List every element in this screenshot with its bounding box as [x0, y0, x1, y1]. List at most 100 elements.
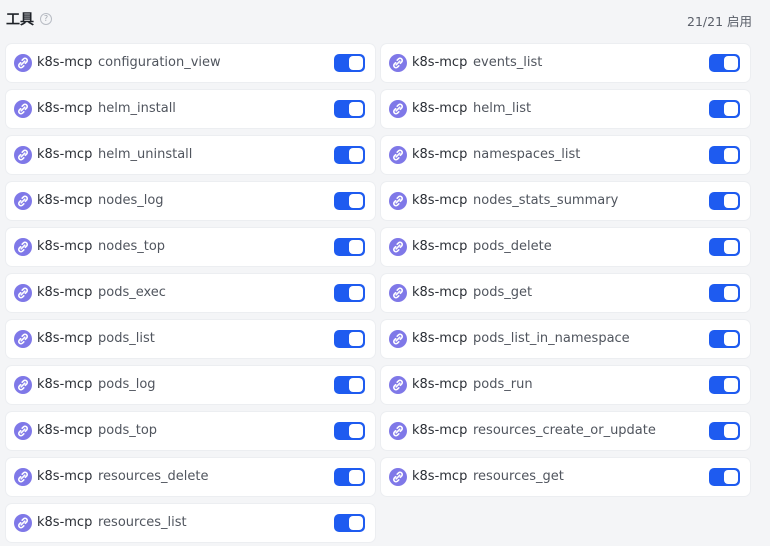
tool-enable-toggle[interactable] [709, 192, 740, 210]
tool-server-name: k8s-mcp [412, 101, 468, 116]
tool-card: k8s-mcp nodes_log [6, 182, 375, 220]
toggle-knob [349, 424, 363, 438]
link-icon [14, 514, 32, 532]
tool-enable-toggle[interactable] [334, 514, 365, 532]
tool-enable-toggle[interactable] [334, 468, 365, 486]
tool-server-name: k8s-mcp [37, 147, 93, 162]
link-icon [14, 100, 32, 118]
tool-card: k8s-mcp pods_list_in_namespace [381, 320, 750, 358]
tool-name: resources_delete [98, 469, 209, 484]
tool-enable-toggle[interactable] [334, 330, 365, 348]
tool-card: k8s-mcp helm_list [381, 90, 750, 128]
tool-card: k8s-mcp nodes_top [6, 228, 375, 266]
toggle-knob [349, 286, 363, 300]
tool-enable-toggle[interactable] [709, 330, 740, 348]
tool-server-name: k8s-mcp [412, 469, 468, 484]
toggle-knob [724, 148, 738, 162]
tool-enable-toggle[interactable] [334, 54, 365, 72]
tool-card: k8s-mcp pods_list [6, 320, 375, 358]
link-icon [389, 146, 407, 164]
tool-name: helm_install [98, 101, 176, 116]
tool-card: k8s-mcp helm_uninstall [6, 136, 375, 174]
link-icon [14, 192, 32, 210]
toggle-knob [349, 470, 363, 484]
tool-card: k8s-mcp configuration_view [6, 44, 375, 82]
tool-card: k8s-mcp events_list [381, 44, 750, 82]
tool-card: k8s-mcp helm_install [6, 90, 375, 128]
tool-card: k8s-mcp pods_get [381, 274, 750, 312]
tool-enable-toggle[interactable] [709, 468, 740, 486]
tool-name: helm_list [473, 101, 532, 116]
tool-server-name: k8s-mcp [37, 469, 93, 484]
tool-enable-toggle[interactable] [334, 422, 365, 440]
toggle-knob [349, 378, 363, 392]
tool-card: k8s-mcp pods_top [6, 412, 375, 450]
tool-server-name: k8s-mcp [412, 193, 468, 208]
toggle-knob [349, 332, 363, 346]
toggle-knob [349, 516, 363, 530]
section-title: 工具 [6, 12, 34, 28]
tool-card: k8s-mcp pods_log [6, 366, 375, 404]
tool-name: pods_list [98, 331, 155, 346]
link-icon [14, 376, 32, 394]
toggle-knob [724, 424, 738, 438]
link-icon [389, 238, 407, 256]
link-icon [14, 468, 32, 486]
tool-server-name: k8s-mcp [37, 55, 93, 70]
tool-card: k8s-mcp resources_get [381, 458, 750, 496]
tool-name: resources_list [98, 515, 187, 530]
tool-name: namespaces_list [473, 147, 581, 162]
toggle-knob [349, 148, 363, 162]
tool-server-name: k8s-mcp [37, 423, 93, 438]
tool-enable-toggle[interactable] [334, 100, 365, 118]
tool-name: pods_list_in_namespace [473, 331, 630, 346]
tool-server-name: k8s-mcp [412, 147, 468, 162]
tool-name: pods_top [98, 423, 158, 438]
tool-name: pods_run [473, 377, 533, 392]
tool-name: pods_get [473, 285, 533, 300]
tool-server-name: k8s-mcp [412, 239, 468, 254]
tool-card: k8s-mcp pods_exec [6, 274, 375, 312]
tool-server-name: k8s-mcp [37, 377, 93, 392]
link-icon [389, 330, 407, 348]
tool-enable-toggle[interactable] [709, 100, 740, 118]
tool-enable-toggle[interactable] [709, 422, 740, 440]
tool-name: nodes_log [98, 193, 164, 208]
toggle-knob [349, 56, 363, 70]
link-icon [389, 192, 407, 210]
toggle-knob [349, 102, 363, 116]
tool-card: k8s-mcp pods_run [381, 366, 750, 404]
link-icon [14, 238, 32, 256]
tool-enable-toggle[interactable] [709, 146, 740, 164]
tool-enable-toggle[interactable] [334, 238, 365, 256]
tool-enable-toggle[interactable] [334, 376, 365, 394]
tool-enable-toggle[interactable] [709, 54, 740, 72]
tool-server-name: k8s-mcp [37, 515, 93, 530]
toggle-knob [724, 194, 738, 208]
link-icon [14, 422, 32, 440]
tool-enable-toggle[interactable] [334, 284, 365, 302]
link-icon [389, 284, 407, 302]
enabled-count: 21/21 启用 [687, 14, 752, 29]
question-circle-icon[interactable]: ? [40, 13, 52, 25]
toggle-knob [724, 56, 738, 70]
tool-enable-toggle[interactable] [709, 284, 740, 302]
tool-name: events_list [473, 55, 543, 70]
tool-enable-toggle[interactable] [709, 238, 740, 256]
link-icon [389, 100, 407, 118]
toggle-knob [724, 470, 738, 484]
tool-enable-toggle[interactable] [334, 192, 365, 210]
tool-card: k8s-mcp resources_create_or_update [381, 412, 750, 450]
link-icon [14, 330, 32, 348]
tool-card: k8s-mcp pods_delete [381, 228, 750, 266]
tool-name: pods_exec [98, 285, 166, 300]
tool-server-name: k8s-mcp [37, 285, 93, 300]
tool-name: nodes_stats_summary [473, 193, 619, 208]
tool-name: resources_create_or_update [473, 423, 656, 438]
tool-card: k8s-mcp resources_delete [6, 458, 375, 496]
toggle-knob [349, 194, 363, 208]
tool-enable-toggle[interactable] [334, 146, 365, 164]
tool-card: k8s-mcp resources_list [6, 504, 375, 542]
link-icon [389, 54, 407, 72]
tool-enable-toggle[interactable] [709, 376, 740, 394]
